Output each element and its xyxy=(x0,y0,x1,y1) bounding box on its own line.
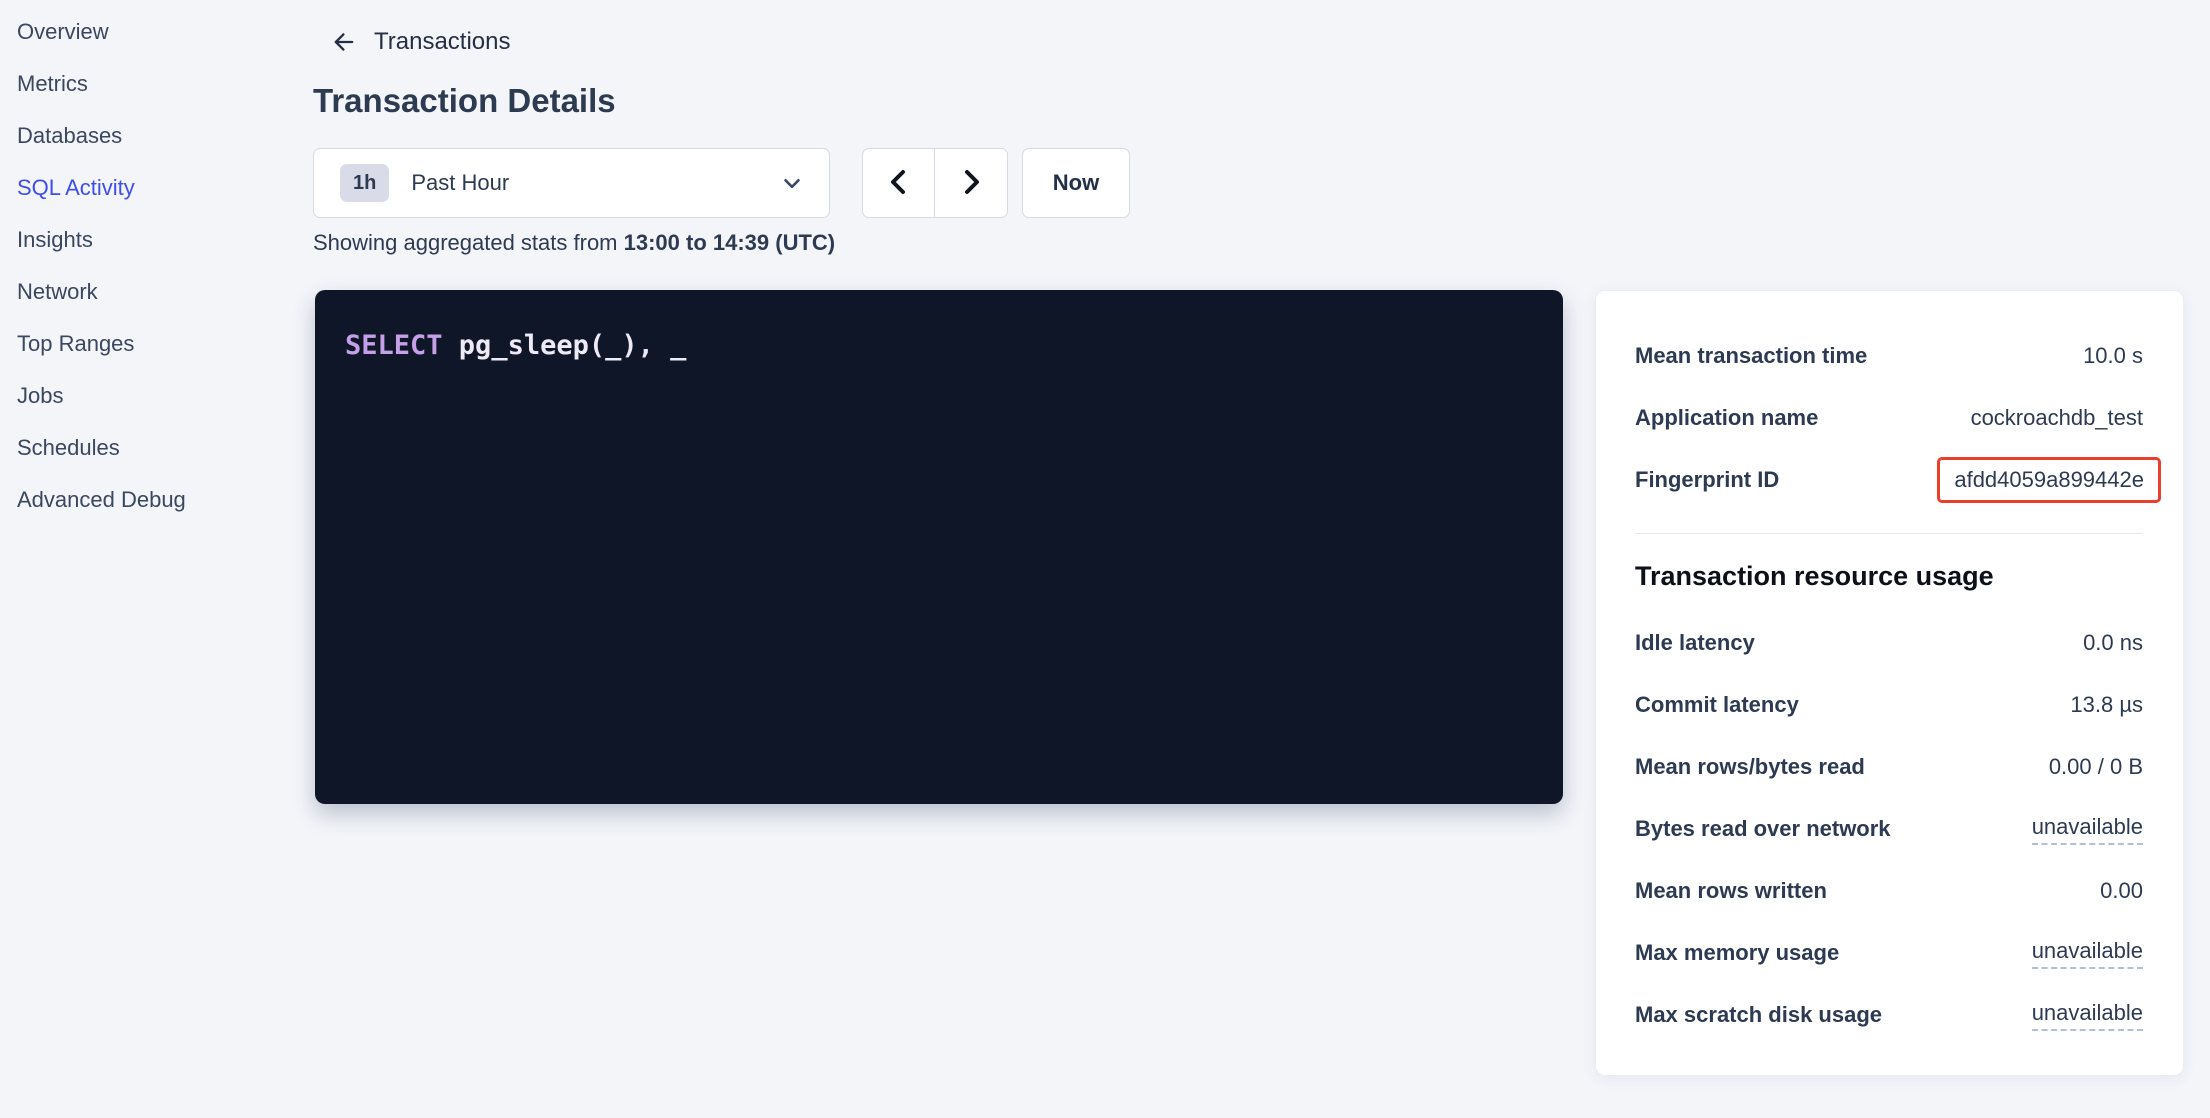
detail-row-commit-latency: Commit latency 13.8 µs xyxy=(1635,674,2143,736)
detail-value: cockroachdb_test xyxy=(1971,405,2143,431)
time-range-label: Past Hour xyxy=(411,170,509,196)
detail-label: Mean rows written xyxy=(1635,878,1827,904)
detail-label: Idle latency xyxy=(1635,630,1755,656)
sidebar: Overview Metrics Databases SQL Activity … xyxy=(0,6,300,526)
detail-value: 0.00 / 0 B xyxy=(2049,754,2143,780)
detail-label: Commit latency xyxy=(1635,692,1799,718)
transaction-details-card: Mean transaction time 10.0 s Application… xyxy=(1595,290,2184,1076)
detail-row-mean-rows-written: Mean rows written 0.00 xyxy=(1635,860,2143,922)
detail-label: Application name xyxy=(1635,405,1818,431)
sidebar-item-network[interactable]: Network xyxy=(0,266,300,318)
sidebar-item-top-ranges[interactable]: Top Ranges xyxy=(0,318,300,370)
arrow-left-icon xyxy=(330,28,358,56)
detail-label: Fingerprint ID xyxy=(1635,467,1779,493)
detail-value-unavailable: unavailable xyxy=(2032,1000,2143,1031)
time-range-dropdown[interactable]: 1h Past Hour xyxy=(313,148,830,218)
detail-value: 10.0 s xyxy=(2083,343,2143,369)
detail-value-unavailable: unavailable xyxy=(2032,814,2143,845)
sql-body: pg_sleep(_), _ xyxy=(443,330,687,361)
time-step-button-group xyxy=(862,148,1008,218)
sidebar-item-overview[interactable]: Overview xyxy=(0,6,300,58)
breadcrumb-label: Transactions xyxy=(374,28,511,56)
detail-row-application-name: Application name cockroachdb_test xyxy=(1635,387,2143,449)
resource-usage-section-title: Transaction resource usage xyxy=(1635,554,2143,598)
sidebar-item-databases[interactable]: Databases xyxy=(0,110,300,162)
sidebar-item-metrics[interactable]: Metrics xyxy=(0,58,300,110)
card-divider xyxy=(1635,533,2143,534)
sidebar-item-insights[interactable]: Insights xyxy=(0,214,300,266)
sql-keyword: SELECT xyxy=(345,330,443,361)
detail-row-max-memory-usage: Max memory usage unavailable xyxy=(1635,922,2143,984)
sidebar-item-advanced-debug[interactable]: Advanced Debug xyxy=(0,474,300,526)
detail-row-idle-latency: Idle latency 0.0 ns xyxy=(1635,612,2143,674)
time-range-badge: 1h xyxy=(340,164,389,202)
detail-value: 13.8 µs xyxy=(2070,692,2143,718)
next-time-range-button[interactable] xyxy=(935,149,1007,217)
detail-row-mean-transaction-time: Mean transaction time 10.0 s xyxy=(1635,325,2143,387)
detail-label: Mean transaction time xyxy=(1635,343,1867,369)
sidebar-item-sql-activity[interactable]: SQL Activity xyxy=(0,162,300,214)
sidebar-item-schedules[interactable]: Schedules xyxy=(0,422,300,474)
previous-time-range-button[interactable] xyxy=(863,149,935,217)
detail-value: 0.00 xyxy=(2100,878,2143,904)
fingerprint-highlight-box: afdd4059a899442e xyxy=(1937,457,2161,503)
detail-row-max-scratch-disk-usage: Max scratch disk usage unavailable xyxy=(1635,984,2143,1046)
sidebar-item-jobs[interactable]: Jobs xyxy=(0,370,300,422)
detail-label: Mean rows/bytes read xyxy=(1635,754,1865,780)
status-prefix: Showing aggregated stats from xyxy=(313,230,624,255)
detail-label: Bytes read over network xyxy=(1635,816,1891,842)
now-button[interactable]: Now xyxy=(1022,148,1130,218)
aggregated-stats-status: Showing aggregated stats from 13:00 to 1… xyxy=(313,230,835,256)
chevron-right-icon xyxy=(955,166,987,201)
detail-label: Max scratch disk usage xyxy=(1635,1002,1882,1028)
detail-value: 0.0 ns xyxy=(2083,630,2143,656)
sql-statement-box: SELECT pg_sleep(_), _ xyxy=(315,290,1563,804)
detail-row-bytes-read-over-network: Bytes read over network unavailable xyxy=(1635,798,2143,860)
detail-label: Max memory usage xyxy=(1635,940,1839,966)
status-time-range: 13:00 to 14:39 (UTC) xyxy=(624,230,836,255)
detail-row-mean-rows-bytes-read: Mean rows/bytes read 0.00 / 0 B xyxy=(1635,736,2143,798)
chevron-left-icon xyxy=(883,166,915,201)
detail-row-fingerprint-id: Fingerprint ID afdd4059a899442e xyxy=(1635,449,2143,511)
chevron-down-icon xyxy=(779,170,805,196)
breadcrumb-back-transactions[interactable]: Transactions xyxy=(330,24,511,60)
time-controls: 1h Past Hour Now xyxy=(313,148,1130,218)
sql-statement-text: SELECT pg_sleep(_), _ xyxy=(345,328,1533,363)
page-title: Transaction Details xyxy=(313,82,616,120)
detail-value-unavailable: unavailable xyxy=(2032,938,2143,969)
